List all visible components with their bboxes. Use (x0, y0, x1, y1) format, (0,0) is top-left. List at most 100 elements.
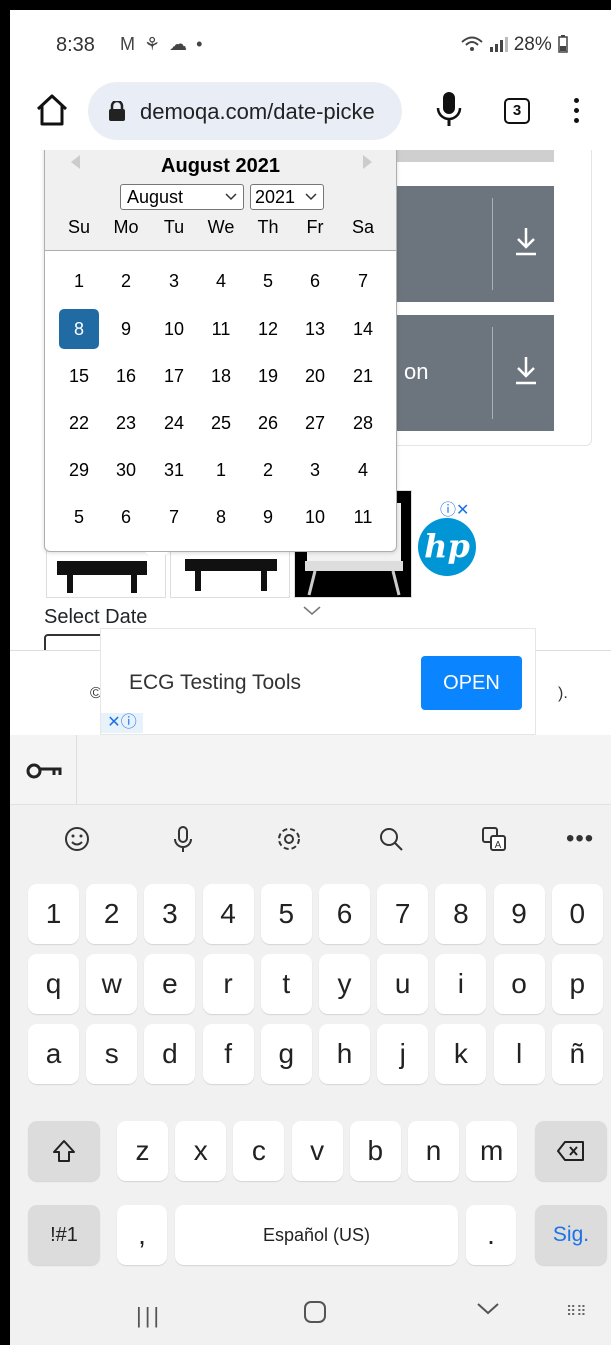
key-g[interactable]: g (260, 1024, 312, 1084)
calendar-day[interactable]: 10 (295, 497, 335, 537)
translate-icon[interactable]: A (476, 821, 512, 857)
key-t[interactable]: t (260, 954, 312, 1014)
key-v[interactable]: v (291, 1121, 343, 1181)
key-p[interactable]: p (551, 954, 603, 1014)
more-options-icon[interactable]: ••• (566, 825, 594, 853)
calendar-day[interactable]: 15 (59, 356, 99, 396)
calendar-day[interactable]: 1 (59, 261, 99, 301)
calendar-day[interactable]: 30 (106, 450, 146, 490)
key-b[interactable]: b (349, 1121, 401, 1181)
key-y[interactable]: y (319, 954, 370, 1014)
calendar-day[interactable]: 21 (343, 356, 383, 396)
month-select[interactable]: August (120, 184, 244, 210)
key-l[interactable]: l (493, 1024, 545, 1084)
calendar-day[interactable]: 8 (201, 497, 241, 537)
key-c[interactable]: c (233, 1121, 285, 1181)
key-i[interactable]: i (435, 954, 487, 1014)
settings-gear-icon[interactable] (271, 821, 307, 857)
download-button-2[interactable]: on (396, 315, 554, 431)
calendar-day[interactable]: 4 (343, 450, 383, 490)
key-2[interactable]: 2 (86, 884, 138, 944)
calendar-day[interactable]: 11 (201, 309, 241, 349)
calendar-day[interactable]: 24 (154, 403, 194, 443)
calendar-day[interactable]: 25 (201, 403, 241, 443)
key-w[interactable]: w (86, 954, 138, 1014)
url-bar[interactable]: demoqa.com/date-picke (88, 82, 402, 140)
next-action-key[interactable]: Sig. (535, 1205, 607, 1265)
calendar-day[interactable]: 11 (343, 497, 383, 537)
voice-input-icon[interactable] (165, 821, 201, 857)
year-select[interactable]: 2021 (250, 184, 324, 210)
hide-keyboard-chevron-icon[interactable] (476, 1299, 500, 1319)
calendar-day[interactable]: 16 (106, 356, 146, 396)
key-u[interactable]: u (377, 954, 429, 1014)
symbols-key[interactable]: !#1 (28, 1205, 100, 1265)
recent-apps-button[interactable]: ||| (136, 1303, 162, 1329)
shift-key[interactable] (28, 1121, 100, 1181)
key-7[interactable]: 7 (377, 884, 429, 944)
space-key[interactable]: Español (US) (175, 1205, 458, 1265)
calendar-day[interactable]: 6 (295, 261, 335, 301)
key-q[interactable]: q (28, 954, 79, 1014)
search-icon[interactable] (373, 821, 409, 857)
key-9[interactable]: 9 (493, 884, 545, 944)
download-button-1[interactable] (396, 186, 554, 302)
calendar-day[interactable]: 27 (295, 403, 335, 443)
key-z[interactable]: z (117, 1121, 168, 1181)
calendar-day[interactable]: 13 (295, 309, 335, 349)
calendar-day[interactable]: 10 (154, 309, 194, 349)
calendar-day[interactable]: 1 (201, 450, 241, 490)
calendar-day[interactable]: 28 (343, 403, 383, 443)
calendar-day[interactable]: 12 (248, 309, 288, 349)
comma-key[interactable]: , (117, 1205, 167, 1265)
home-button[interactable] (304, 1301, 326, 1323)
password-key-icon[interactable] (26, 761, 62, 781)
calendar-day[interactable]: 2 (106, 261, 146, 301)
calendar-day[interactable]: 29 (59, 450, 99, 490)
adchoices-icon[interactable]: ⓘ✕ (440, 496, 469, 520)
calendar-day[interactable]: 4 (201, 261, 241, 301)
keyboard-switch-icon[interactable]: ⠿⠿ (566, 1303, 587, 1320)
key-r[interactable]: r (202, 954, 254, 1014)
key-k[interactable]: k (435, 1024, 487, 1084)
calendar-day[interactable]: 7 (343, 261, 383, 301)
ad-banner[interactable]: ECG Testing Tools OPEN ✕ⓘ (100, 628, 536, 735)
calendar-day[interactable]: 9 (106, 309, 146, 349)
calendar-day[interactable]: 3 (295, 450, 335, 490)
calendar-day[interactable]: 2 (248, 450, 288, 490)
calendar-day[interactable]: 22 (59, 403, 99, 443)
mic-icon[interactable] (435, 90, 463, 128)
key-0[interactable]: 0 (551, 884, 603, 944)
calendar-day[interactable]: 23 (106, 403, 146, 443)
key-3[interactable]: 3 (144, 884, 196, 944)
backspace-key[interactable] (535, 1121, 607, 1181)
key-ñ[interactable]: ñ (551, 1024, 603, 1084)
key-d[interactable]: d (144, 1024, 196, 1084)
key-8[interactable]: 8 (435, 884, 487, 944)
tab-switcher-button[interactable]: 3 (504, 98, 530, 124)
key-x[interactable]: x (175, 1121, 227, 1181)
calendar-day[interactable]: 20 (295, 356, 335, 396)
calendar-day[interactable]: 18 (201, 356, 241, 396)
key-5[interactable]: 5 (260, 884, 312, 944)
calendar-day[interactable]: 9 (248, 497, 288, 537)
key-n[interactable]: n (408, 1121, 459, 1181)
key-f[interactable]: f (202, 1024, 254, 1084)
key-s[interactable]: s (86, 1024, 138, 1084)
key-4[interactable]: 4 (202, 884, 254, 944)
calendar-day[interactable]: 31 (154, 450, 194, 490)
period-key[interactable]: . (466, 1205, 516, 1265)
key-j[interactable]: j (377, 1024, 429, 1084)
key-h[interactable]: h (319, 1024, 370, 1084)
ad-close-icon[interactable]: ✕ⓘ (101, 713, 143, 733)
calendar-day[interactable]: 3 (154, 261, 194, 301)
calendar-day-selected[interactable]: 8 (59, 309, 99, 349)
emoji-icon[interactable] (59, 821, 95, 857)
calendar-day[interactable]: 7 (154, 497, 194, 537)
calendar-day[interactable]: 17 (154, 356, 194, 396)
key-e[interactable]: e (144, 954, 196, 1014)
calendar-day[interactable]: 14 (343, 309, 383, 349)
calendar-day[interactable]: 6 (106, 497, 146, 537)
ad-open-button[interactable]: OPEN (421, 656, 522, 710)
key-a[interactable]: a (28, 1024, 79, 1084)
